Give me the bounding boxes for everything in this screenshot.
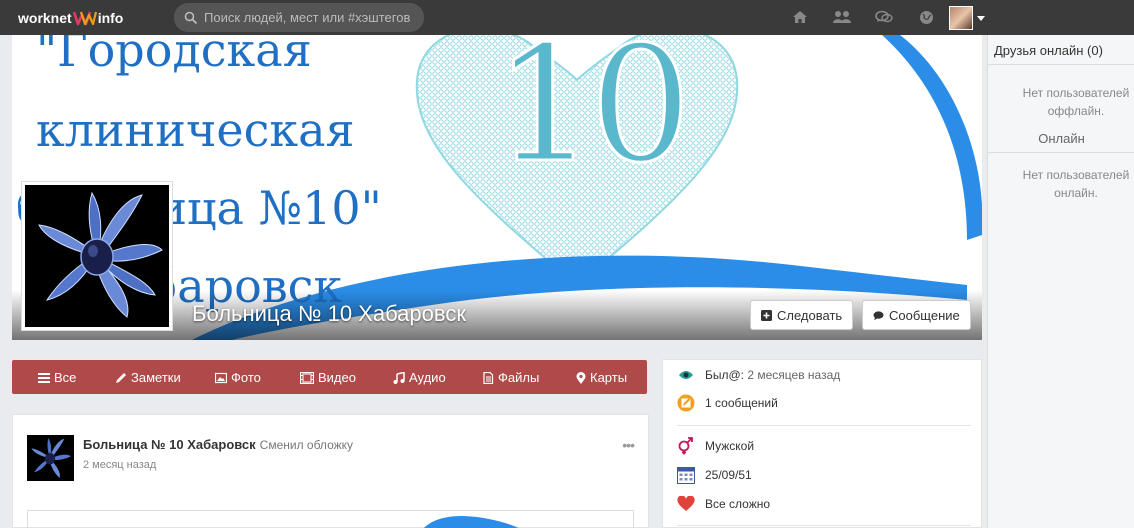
- logo-text-left: worknet: [18, 10, 72, 26]
- home-icon[interactable]: [790, 8, 810, 26]
- post-author-avatar[interactable]: [27, 435, 74, 481]
- post-action-text: Сменил обложку: [259, 438, 354, 452]
- last-seen-row: Был@: 2 месяцев назад: [677, 366, 840, 384]
- list-icon: [38, 372, 50, 383]
- no-online-users-text: Нет пользователей онлайн.: [1022, 168, 1130, 200]
- compose-icon: [677, 394, 695, 412]
- post-image-preview: [424, 516, 519, 528]
- post-image[interactable]: [27, 510, 634, 528]
- calendar-icon: [677, 466, 695, 484]
- tab-maps-label: Карты: [590, 370, 628, 385]
- profile-info-card: Был@: 2 месяцев назад 1 сообщений Мужско…: [662, 359, 982, 528]
- map-marker-icon: [576, 371, 586, 384]
- gender-value: Мужской: [705, 439, 755, 453]
- post-card: Больница № 10 Хабаровск Сменил обложку 2 …: [12, 414, 649, 528]
- brooch-thumb-image: [31, 438, 71, 478]
- site-logo[interactable]: worknet info: [18, 8, 123, 28]
- search-input[interactable]: [204, 10, 424, 25]
- tab-notes-label: Заметки: [131, 370, 181, 385]
- search-icon: [184, 11, 198, 24]
- messages-count: 1 сообщений: [705, 396, 778, 410]
- users-icon[interactable]: [832, 8, 852, 26]
- tab-notes[interactable]: Заметки: [115, 370, 181, 385]
- post-menu-icon[interactable]: •••: [622, 437, 635, 453]
- last-seen-label: Был@:: [705, 368, 745, 382]
- tab-photo[interactable]: Фото: [215, 370, 261, 385]
- profile-picture[interactable]: [21, 181, 173, 331]
- tab-maps[interactable]: Карты: [576, 370, 627, 385]
- brooch-image: [38, 191, 163, 318]
- nav-icons: [790, 8, 958, 26]
- photo-icon: [215, 372, 227, 383]
- messages-count-row: 1 сообщений: [677, 394, 778, 412]
- birthday-value: 25/09/51: [705, 468, 752, 482]
- divider: [677, 425, 971, 426]
- online-heading: Онлайн: [988, 124, 1134, 153]
- tab-video-label: Видео: [318, 370, 356, 385]
- top-navbar: worknet info: [0, 0, 1134, 35]
- gender-row: Мужской: [677, 437, 754, 455]
- relationship-value: Все сложно: [705, 497, 771, 511]
- tab-photo-label: Фото: [231, 370, 261, 385]
- cover-line-1: "Городская: [36, 35, 312, 77]
- logo-mark-icon: [72, 11, 97, 26]
- last-seen-value: 2 месяцев назад: [747, 368, 841, 382]
- music-icon: [393, 371, 405, 384]
- cover-number: 10: [493, 35, 694, 198]
- globe-icon[interactable]: [916, 8, 936, 26]
- post-author-line: Больница № 10 Хабаровск Сменил обложку: [83, 437, 353, 452]
- messages-icon[interactable]: [874, 8, 894, 26]
- divider: [677, 525, 971, 526]
- tab-all[interactable]: Все: [38, 370, 76, 385]
- search-box[interactable]: [174, 3, 424, 32]
- post-author-name[interactable]: Больница № 10 Хабаровск: [83, 437, 256, 452]
- chevron-down-icon[interactable]: [977, 16, 985, 21]
- message-button-label: Сообщение: [889, 307, 960, 323]
- tab-audio-label: Аудио: [409, 370, 446, 385]
- tab-all-label: Все: [54, 370, 77, 385]
- tab-files[interactable]: Файлы: [482, 370, 539, 385]
- gender-icon: [677, 437, 695, 455]
- message-button[interactable]: Сообщение: [862, 300, 971, 330]
- birthday-row: 25/09/51: [677, 466, 752, 484]
- post-timestamp[interactable]: 2 месяц назад: [83, 459, 156, 471]
- pencil-icon: [116, 372, 126, 383]
- page-title: Больница № 10 Хабаровск: [192, 301, 466, 326]
- tab-files-label: Файлы: [498, 370, 540, 385]
- heart-icon: [677, 495, 695, 513]
- follow-button-label: Следовать: [777, 307, 843, 323]
- film-icon: [300, 371, 314, 384]
- plus-square-icon: [761, 309, 772, 321]
- comment-icon: [873, 310, 884, 320]
- tab-audio[interactable]: Аудио: [393, 370, 446, 385]
- no-offline-users-text: Нет пользователей оффлайн.: [1022, 86, 1130, 118]
- logo-text-right: info: [97, 10, 124, 26]
- profile-tabs: Все Заметки Фото Видео Аудио Файлы Карты: [12, 360, 647, 394]
- tab-video[interactable]: Видео: [300, 370, 356, 385]
- cover-line-2: клиническая: [36, 103, 355, 157]
- eye-icon: [677, 366, 695, 384]
- user-avatar[interactable]: [949, 6, 973, 30]
- file-icon: [483, 371, 494, 384]
- follow-button[interactable]: Следовать: [750, 300, 854, 330]
- chat-sidebar: Друзья онлайн (0) Нет пользователей оффл…: [987, 35, 1134, 528]
- friends-online-heading: Друзья онлайн (0): [988, 35, 1134, 65]
- relationship-row: Все сложно: [677, 495, 770, 513]
